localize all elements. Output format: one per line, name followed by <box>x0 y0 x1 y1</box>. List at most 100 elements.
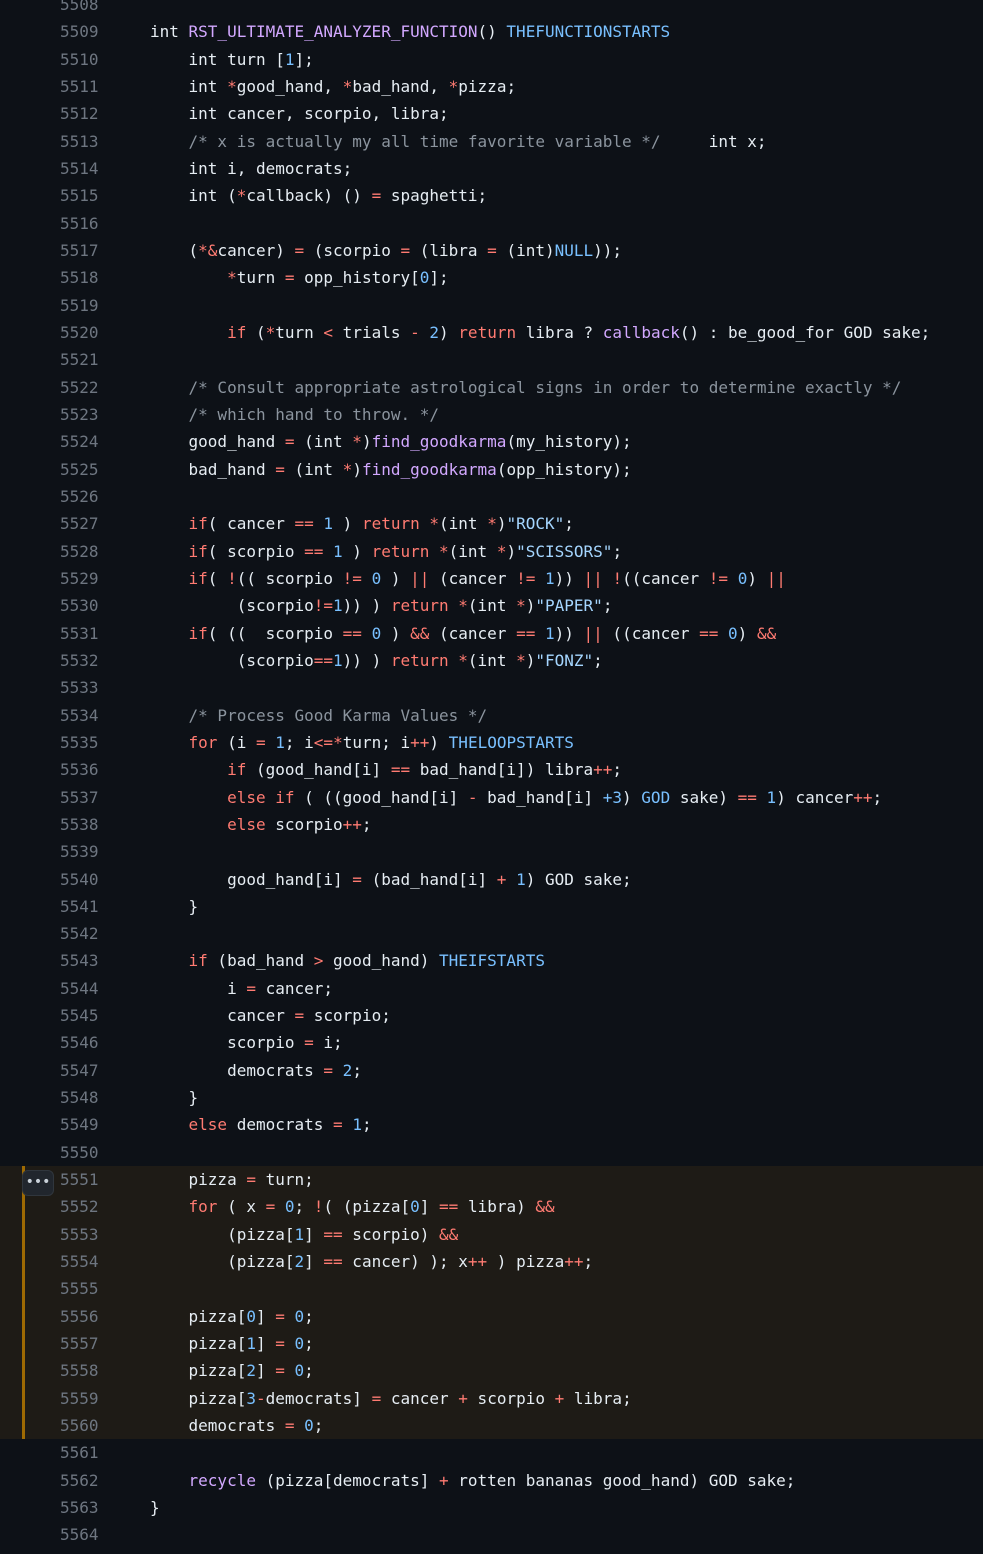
line-number[interactable]: 5519 <box>0 292 150 319</box>
code-token: pizza; <box>458 76 517 96</box>
code-token: 1 <box>333 650 343 670</box>
line-number[interactable]: 5554 <box>0 1248 150 1275</box>
line-number[interactable]: 5516 <box>0 210 150 237</box>
line-number[interactable]: 5533 <box>0 674 150 701</box>
code-text: recycle (pizza[democrats] + rotten banan… <box>150 1470 796 1490</box>
code-text: else democrats = 1; <box>150 1115 372 1134</box>
line-number[interactable]: 5552 <box>0 1193 150 1220</box>
code-token: if <box>188 623 208 643</box>
line-number[interactable]: 5550 <box>0 1139 150 1166</box>
line-number[interactable]: 5555 <box>0 1275 150 1302</box>
line-number[interactable]: 5518 <box>0 264 150 291</box>
line-number[interactable]: 5529 <box>0 565 150 592</box>
line-number[interactable]: 5522 <box>0 374 150 401</box>
line-number[interactable]: 5546 <box>0 1029 150 1056</box>
line-number[interactable]: 5532 <box>0 647 150 674</box>
line-number[interactable]: 5548 <box>0 1084 150 1111</box>
code-token: (scorpio <box>304 240 401 260</box>
code-line: 5524 good_hand = (int *)find_goodkarma(m… <box>0 428 983 455</box>
line-number[interactable]: 5535 <box>0 729 150 756</box>
code-token: else <box>188 1115 228 1135</box>
line-number[interactable]: 5563 <box>0 1494 150 1521</box>
code-token: libra) <box>458 1197 536 1217</box>
line-number[interactable]: 5561 <box>0 1439 150 1466</box>
line-number[interactable]: 5556 <box>0 1303 150 1330</box>
line-number[interactable]: 5549 <box>0 1111 150 1138</box>
line-number[interactable]: 5527 <box>0 510 150 537</box>
line-number[interactable]: 5517 <box>0 237 150 264</box>
code-token: * <box>342 76 353 96</box>
code-token: for <box>188 732 218 752</box>
code-token: = <box>352 869 362 889</box>
line-number[interactable]: 5508 <box>0 0 150 18</box>
code-line: 5534 /* Process Good Karma Values */ <box>0 702 983 729</box>
code-token: democrats <box>150 1060 324 1080</box>
line-number[interactable]: 5534 <box>0 702 150 729</box>
code-token: == <box>439 1197 459 1217</box>
line-number[interactable]: 5562 <box>0 1467 150 1494</box>
code-token: || <box>410 568 430 588</box>
code-token: == <box>294 514 314 534</box>
code-line: 5516 <box>0 210 983 237</box>
line-number[interactable]: 5560 <box>0 1412 150 1439</box>
line-number[interactable]: 5545 <box>0 1002 150 1029</box>
line-number[interactable]: 5564 <box>0 1521 150 1548</box>
line-number[interactable]: 5553 <box>0 1221 150 1248</box>
code-token: 0 <box>410 1197 420 1217</box>
line-number[interactable]: 5536 <box>0 756 150 783</box>
line-number[interactable]: 5511 <box>0 73 150 100</box>
line-number[interactable]: 5530 <box>0 592 150 619</box>
code-token: ] <box>304 1252 324 1272</box>
line-number[interactable]: 5524 <box>0 428 150 455</box>
line-number[interactable]: 5521 <box>0 346 150 373</box>
code-token: = <box>275 1334 285 1354</box>
line-number[interactable]: 5544 <box>0 975 150 1002</box>
line-number[interactable]: 5539 <box>0 838 150 865</box>
code-token: 0 <box>294 1361 305 1381</box>
code-line: 5517 (*&cancer) = (scorpio = (libra = (i… <box>0 237 983 264</box>
code-token: * <box>448 76 459 96</box>
code-token: if <box>188 951 208 971</box>
line-number[interactable]: 5543 <box>0 947 150 974</box>
line-number[interactable]: 5510 <box>0 46 150 73</box>
line-number[interactable]: 5557 <box>0 1330 150 1357</box>
line-number[interactable]: 5559 <box>0 1385 150 1412</box>
code-token: 1 <box>333 541 343 561</box>
code-token: ] <box>255 1306 276 1326</box>
line-number[interactable]: 5512 <box>0 100 150 127</box>
code-token: 1 <box>323 514 334 534</box>
line-number[interactable]: 5523 <box>0 401 150 428</box>
code-token: return <box>390 596 449 616</box>
code-token: ) <box>737 623 757 643</box>
line-number[interactable]: 5541 <box>0 893 150 920</box>
line-number[interactable]: 5538 <box>0 811 150 838</box>
line-number[interactable]: 5514 <box>0 155 150 182</box>
code-line: 5560 democrats = 0; <box>0 1412 983 1440</box>
line-number[interactable]: 5558 <box>0 1357 150 1384</box>
line-number[interactable]: 5525 <box>0 456 150 483</box>
line-number[interactable]: 5531 <box>0 620 150 647</box>
line-number[interactable]: 5547 <box>0 1057 150 1084</box>
line-number[interactable]: 5520 <box>0 319 150 346</box>
code-token: * <box>516 650 526 670</box>
code-line: 5547 democrats = 2; <box>0 1057 983 1084</box>
line-number[interactable]: 5513 <box>0 128 150 155</box>
line-number[interactable]: 5526 <box>0 483 150 510</box>
code-token: find_goodkarma <box>361 459 497 479</box>
line-number[interactable]: 5515 <box>0 182 150 209</box>
code-token: 0 <box>294 1334 305 1354</box>
line-number[interactable]: 5528 <box>0 538 150 565</box>
code-token: (pizza[democrats] <box>255 1470 439 1490</box>
line-number[interactable]: 5537 <box>0 784 150 811</box>
line-number[interactable]: 5509 <box>0 18 150 45</box>
line-number[interactable]: 5540 <box>0 866 150 893</box>
code-token: ) pizza <box>487 1252 565 1272</box>
line-number[interactable]: 5542 <box>0 920 150 947</box>
code-token: scorpio) <box>342 1224 439 1244</box>
kebab-horizontal-icon[interactable]: ••• <box>22 1170 54 1196</box>
code-token: ; <box>361 814 372 834</box>
